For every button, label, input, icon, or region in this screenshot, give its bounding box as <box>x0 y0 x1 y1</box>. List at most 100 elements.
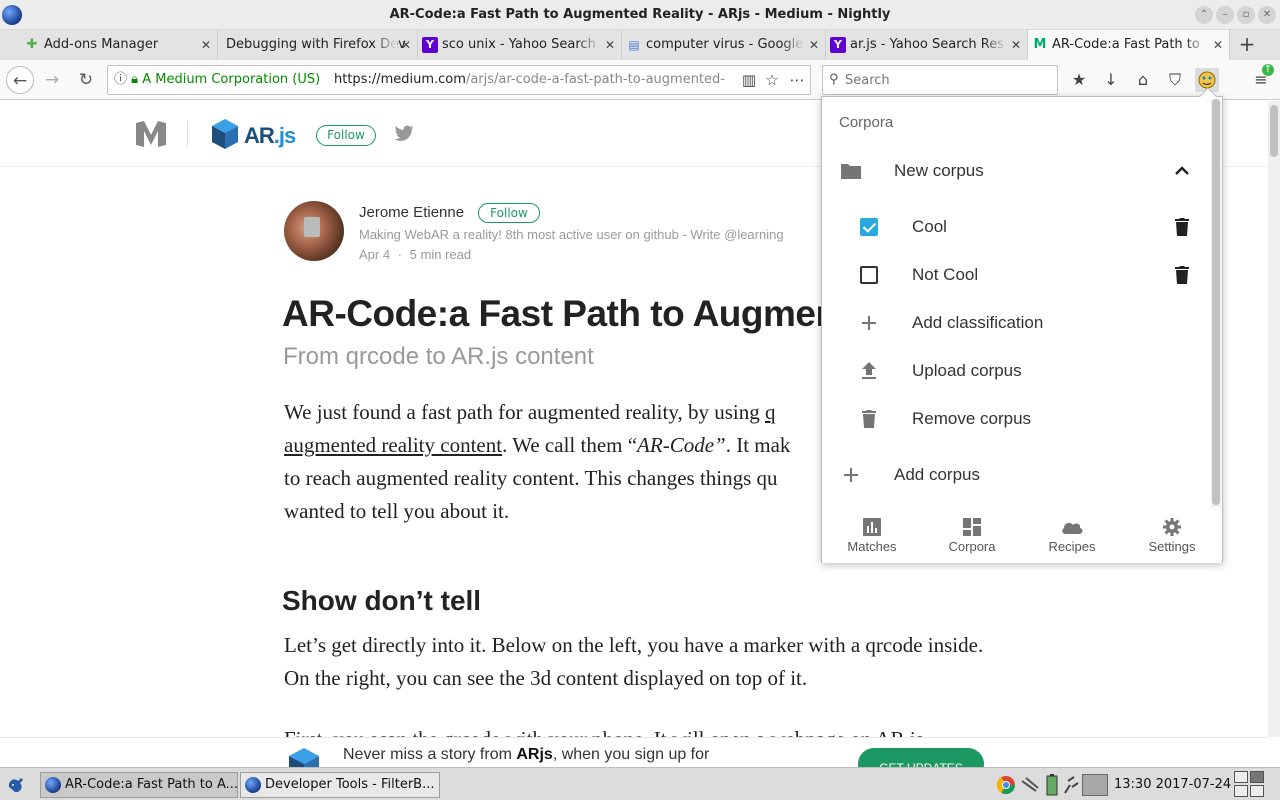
tab-computer-virus[interactable]: ▤ computer virus - Google ✕ <box>622 30 826 60</box>
nightly-globe-icon <box>45 777 61 793</box>
back-button[interactable]: ← <box>6 66 34 94</box>
up-icon[interactable]: ⌃ <box>1195 6 1213 24</box>
add-classification-label: Add classification <box>912 313 1044 332</box>
close-icon[interactable]: ✕ <box>1258 6 1276 24</box>
popup-heading: Corpora <box>839 114 894 131</box>
corpus-header-new-corpus[interactable]: New corpus <box>822 147 1210 195</box>
maximize-icon[interactable]: ▫ <box>1237 6 1255 24</box>
trash-icon[interactable] <box>1170 263 1194 287</box>
pocket-icon[interactable]: ⛉ <box>1163 68 1187 92</box>
add-classification-button[interactable]: Add classification <box>822 299 1210 347</box>
reader-view-icon[interactable]: ▥ <box>740 71 758 89</box>
medium-logo-icon[interactable] <box>134 119 168 149</box>
home-icon[interactable]: ⌂ <box>1131 68 1155 92</box>
yahoo-icon: Y <box>830 37 846 53</box>
chevron-up-icon[interactable] <box>1170 159 1194 183</box>
network-icon[interactable] <box>1020 774 1040 796</box>
read-time: 5 min read <box>409 247 472 262</box>
workspace-3[interactable] <box>1234 785 1248 797</box>
classification-row-not-cool[interactable]: Not Cool <box>822 251 1210 299</box>
arjs-cube-icon <box>212 119 238 149</box>
downloads-icon[interactable]: ↓ <box>1099 68 1123 92</box>
reload-button[interactable]: ↻ <box>72 66 100 94</box>
trash-icon[interactable] <box>1170 215 1194 239</box>
arjs-publication-logo[interactable]: AR.js <box>210 117 296 153</box>
classification-checkbox[interactable] <box>860 266 878 284</box>
forward-button[interactable]: → <box>38 66 66 94</box>
nav-settings[interactable]: Settings <box>1122 509 1222 563</box>
window-titlebar: AR-Code:a Fast Path to Augmented Reality… <box>0 0 1280 30</box>
close-tab-icon[interactable]: ✕ <box>1213 30 1223 60</box>
new-tab-button[interactable]: + <box>1234 30 1260 60</box>
upload-corpus-label: Upload corpus <box>912 361 1022 380</box>
author-name[interactable]: Jerome Etienne <box>359 204 464 221</box>
banner-text: Never miss a story from ARjs, when you s… <box>343 746 710 763</box>
url-bar[interactable]: ⓘ 🔒︎ A Medium Corporation (US) https://m… <box>107 65 811 95</box>
nav-label: Recipes <box>1048 539 1096 554</box>
search-icon: ⚲ <box>829 72 839 87</box>
chrome-icon[interactable] <box>996 774 1016 796</box>
nav-recipes[interactable]: Recipes <box>1022 509 1122 563</box>
augmented-reality-content-link[interactable]: augmented reality content <box>284 433 502 457</box>
tab-label: ar.js - Yahoo Search Res <box>850 37 1005 52</box>
add-corpus-button[interactable]: Add corpus <box>822 451 1210 499</box>
page-actions-icon[interactable]: ⋯ <box>788 71 806 89</box>
get-updates-button[interactable]: GET UPDATES <box>858 748 984 767</box>
article-title: AR-Code:a Fast Path to Augmente <box>282 293 870 334</box>
tab-ar-code-active[interactable]: M AR-Code:a Fast Path to ✕ <box>1028 30 1230 60</box>
minimize-icon[interactable]: – <box>1216 6 1234 24</box>
task-label: AR-Code:a Fast Path to A... <box>65 777 238 792</box>
yahoo-icon: Y <box>422 37 438 53</box>
task-devtools[interactable]: Developer Tools - FilterB... <box>240 772 440 798</box>
scrollbar-thumb[interactable] <box>1212 99 1220 505</box>
popup-scrollbar[interactable] <box>1211 99 1221 507</box>
tab-sco-unix[interactable]: Y sco unix - Yahoo Search ✕ <box>418 30 622 60</box>
close-tab-icon[interactable]: ✕ <box>809 30 819 60</box>
tab-addons-manager[interactable]: ✚ Add-ons Manager ✕ <box>20 30 218 60</box>
workspace-4[interactable] <box>1250 785 1264 797</box>
power-plug-icon[interactable] <box>1060 774 1080 796</box>
publish-date[interactable]: Apr 4 <box>359 247 390 262</box>
identity-label: A Medium Corporation (US) <box>142 72 321 87</box>
task-firefox[interactable]: AR-Code:a Fast Path to A... <box>40 772 238 798</box>
page-scrollbar[interactable] <box>1268 101 1280 737</box>
remove-corpus-button[interactable]: Remove corpus <box>822 395 1210 443</box>
arjs-wordmark: AR.js <box>244 123 296 148</box>
clock[interactable]: 13:30 2017-07-24 <box>1114 768 1231 800</box>
site-identity[interactable]: ⓘ 🔒︎ A Medium Corporation (US) <box>114 66 320 94</box>
corpus-name: New corpus <box>894 161 984 180</box>
upload-corpus-button[interactable]: Upload corpus <box>822 347 1210 395</box>
battery-icon[interactable] <box>1046 774 1058 796</box>
os-taskbar: AR-Code:a Fast Path to A... Developer To… <box>0 767 1280 800</box>
close-tab-icon[interactable]: ✕ <box>605 30 615 60</box>
qrcode-link[interactable]: q <box>765 400 776 424</box>
xfce-mouse-icon[interactable] <box>6 773 30 797</box>
search-input[interactable] <box>845 70 1045 90</box>
classification-row-cool[interactable]: Cool <box>822 203 1210 251</box>
author-avatar[interactable] <box>284 201 344 261</box>
classification-label: Cool <box>912 217 947 236</box>
author-follow-button[interactable]: Follow <box>478 203 540 223</box>
tab-strip: ✚ Add-ons Manager ✕ Debugging with Firef… <box>0 30 1280 60</box>
screenshot-tray-icon[interactable] <box>1082 774 1108 796</box>
close-tab-icon[interactable]: ✕ <box>201 30 211 60</box>
search-bar[interactable]: ⚲ <box>822 65 1058 95</box>
publication-follow-button[interactable]: Follow <box>316 125 376 146</box>
tab-debugging[interactable]: Debugging with Firefox Dev ✕ <box>218 30 418 60</box>
url-text[interactable]: https://medium.com/arjs/ar-code-a-fast-p… <box>334 66 734 94</box>
twitter-icon[interactable] <box>394 123 414 143</box>
nav-corpora[interactable]: Corpora <box>922 509 1022 563</box>
nav-matches[interactable]: Matches <box>822 509 922 563</box>
bookmarks-menu-icon[interactable]: ★ <box>1067 68 1091 92</box>
classification-checkbox[interactable] <box>860 218 878 236</box>
nav-label: Settings <box>1148 539 1196 554</box>
close-tab-icon[interactable]: ✕ <box>1011 30 1021 60</box>
workspace-1[interactable] <box>1234 771 1248 783</box>
article-paragraph: First, you scan the qrcode with your pho… <box>284 723 984 737</box>
scrollbar-thumb[interactable] <box>1270 105 1278 157</box>
meta-separator: · <box>397 247 403 262</box>
close-tab-icon[interactable]: ✕ <box>401 30 411 60</box>
bookmark-star-icon[interactable]: ☆ <box>763 71 781 89</box>
workspace-2[interactable] <box>1250 771 1264 783</box>
tab-arjs-search[interactable]: Y ar.js - Yahoo Search Res ✕ <box>826 30 1028 60</box>
